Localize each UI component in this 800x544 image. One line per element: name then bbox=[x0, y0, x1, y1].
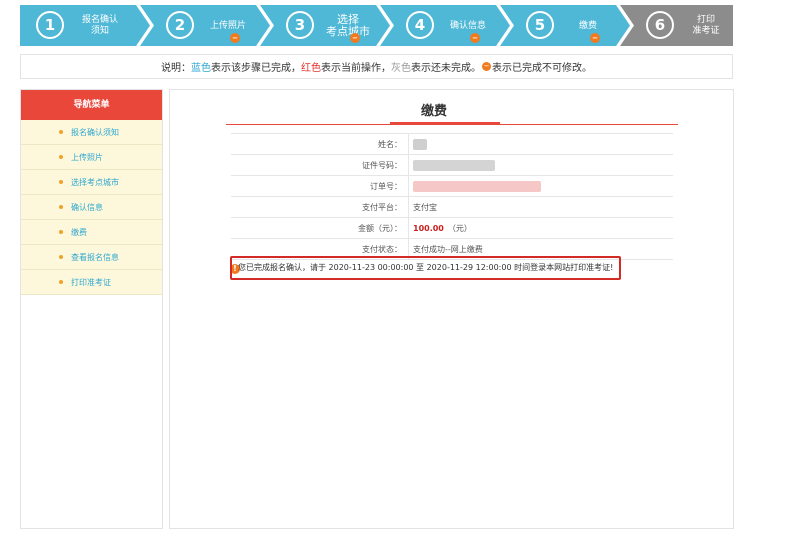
explain-prefix: 说明： bbox=[161, 63, 191, 74]
sidebar-item-payment[interactable]: 缴费 bbox=[21, 220, 162, 245]
sidebar-item-confirm-info[interactable]: 确认信息 bbox=[21, 195, 162, 220]
explain-red-text: 表示当前操作， bbox=[321, 63, 391, 74]
platform-label: 支付平台： bbox=[231, 197, 409, 217]
sidebar-nav: 导航菜单 报名确认须知 上传照片 选择考点城市 确认信息 缴费 查看报名信息 打… bbox=[20, 89, 163, 529]
table-row: 证件号码： bbox=[231, 155, 673, 176]
payment-info-table: 姓名： 证件号码： 订单号： 支付平台： 支付宝 金额（元）： 100.00 （元… bbox=[231, 133, 673, 260]
lock-icon: − bbox=[230, 33, 240, 43]
explain-gray: 灰色 bbox=[391, 63, 411, 74]
main-panel: 缴费 姓名： 证件号码： 订单号： 支付平台： 支付宝 金额（元）： 100.0… bbox=[169, 89, 734, 529]
redacted-order bbox=[413, 181, 541, 192]
redacted-id bbox=[413, 160, 495, 171]
explain-blue: 蓝色 bbox=[191, 63, 211, 74]
step-5-label: 缴费 bbox=[578, 20, 597, 31]
step-4: 4 确认信息 − bbox=[380, 5, 510, 46]
legend-explanation: 说明： 蓝色 表示该步骤已完成， 红色 表示当前操作， 灰色 表示还未完成。 −… bbox=[20, 54, 733, 79]
amount-value: 100.00 （元） bbox=[413, 224, 472, 233]
name-value bbox=[409, 134, 673, 154]
explain-red: 红色 bbox=[301, 63, 321, 74]
step-6-label: 打印 准考证 bbox=[692, 15, 720, 36]
order-number-value bbox=[409, 176, 673, 196]
bullet-icon bbox=[59, 180, 63, 184]
table-row: 订单号： bbox=[231, 176, 673, 197]
explain-blue-text: 表示该步骤已完成， bbox=[211, 63, 301, 74]
amount-label: 金额（元）： bbox=[231, 218, 409, 238]
table-row: 支付平台： 支付宝 bbox=[231, 197, 673, 218]
lock-icon: − bbox=[590, 33, 600, 43]
step-1-number: 1 bbox=[36, 11, 64, 39]
sidebar-title: 导航菜单 bbox=[21, 90, 162, 120]
name-label: 姓名： bbox=[231, 134, 409, 154]
title-underline-accent bbox=[390, 122, 500, 125]
redacted-name bbox=[413, 139, 427, 150]
order-number-label: 订单号： bbox=[231, 176, 409, 196]
step-2-label: 上传照片 bbox=[209, 20, 246, 31]
explain-gray-text: 表示还未完成。 bbox=[411, 63, 481, 74]
bullet-icon bbox=[59, 205, 63, 209]
step-1: 1 报名确认 须知 bbox=[20, 5, 150, 46]
bullet-icon bbox=[59, 130, 63, 134]
step-bar: 1 报名确认 须知 2 上传照片 − 3 选择 考点城市 − 4 确认信息 − 5 … bbox=[20, 5, 733, 46]
bullet-icon bbox=[59, 280, 63, 284]
sidebar-item-select-city[interactable]: 选择考点城市 bbox=[21, 170, 162, 195]
sidebar-item-upload-photo[interactable]: 上传照片 bbox=[21, 145, 162, 170]
bullet-icon bbox=[59, 230, 63, 234]
step-3: 3 选择 考点城市 − bbox=[260, 5, 390, 46]
table-row: 姓名： bbox=[231, 134, 673, 155]
explain-lock-text: 表示已完成不可修改。 bbox=[492, 63, 592, 74]
sidebar-item-print-ticket[interactable]: 打印准考证 bbox=[21, 270, 162, 295]
step-5: 5 缴费 − bbox=[500, 5, 630, 46]
print-notice: 您已完成报名确认，请于 2020-11-23 00:00:00 至 2020-1… bbox=[230, 256, 621, 280]
lock-icon: − bbox=[470, 33, 480, 43]
id-number-value bbox=[409, 155, 673, 175]
step-5-number: 5 bbox=[526, 11, 554, 39]
step-2-number: 2 bbox=[166, 11, 194, 39]
step-2: 2 上传照片 − bbox=[140, 5, 270, 46]
lock-icon: − bbox=[482, 62, 491, 71]
bullet-icon bbox=[59, 155, 63, 159]
step-4-number: 4 bbox=[406, 11, 434, 39]
bullet-icon bbox=[59, 255, 63, 259]
id-number-label: 证件号码： bbox=[231, 155, 409, 175]
step-6: 6 打印 准考证 bbox=[620, 5, 733, 46]
step-6-number: 6 bbox=[646, 11, 674, 39]
step-1-label: 报名确认 须知 bbox=[81, 15, 118, 36]
step-4-label: 确认信息 bbox=[449, 20, 486, 31]
lock-icon: − bbox=[350, 33, 360, 43]
table-row: 金额（元）： 100.00 （元） bbox=[231, 218, 673, 239]
page-title: 缴费 bbox=[420, 104, 447, 119]
platform-value: 支付宝 bbox=[413, 203, 437, 212]
step-3-number: 3 bbox=[286, 11, 314, 39]
sidebar-item-confirm-notice[interactable]: 报名确认须知 bbox=[21, 120, 162, 145]
sidebar-item-view-registration[interactable]: 查看报名信息 bbox=[21, 245, 162, 270]
step-3-label: 选择 考点城市 bbox=[326, 13, 370, 38]
